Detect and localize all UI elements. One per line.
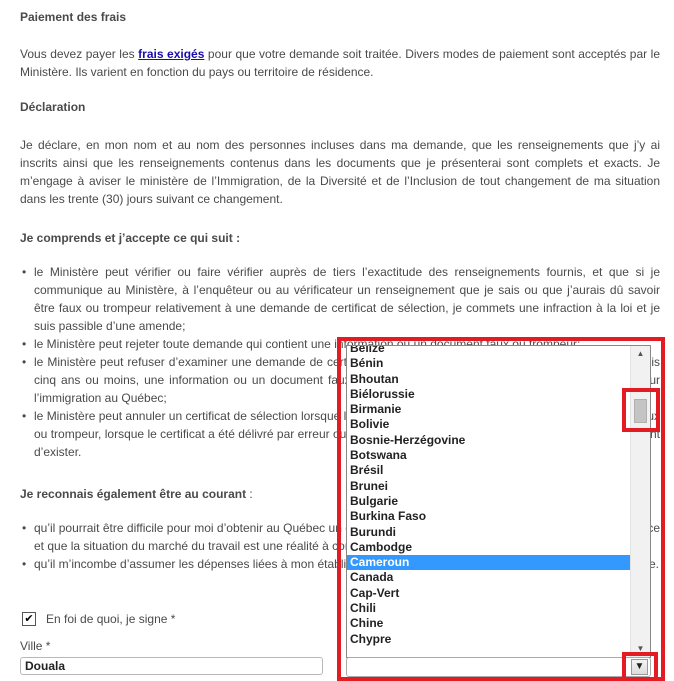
signature-label-text: En foi de quoi, je signe [46,612,168,626]
city-input[interactable] [20,657,323,675]
required-marker: * [167,612,176,626]
declaration-text: Je déclare, en mon nom et au nom des per… [20,138,660,206]
aware-heading-colon: : [246,487,253,501]
annotation-box-dropdown [337,337,665,681]
city-label-text: Ville [20,639,43,653]
fees-link[interactable]: frais exigés [138,47,204,61]
payment-text-before: Vous devez payer les [20,47,139,61]
annotation-box-scrollbar [622,388,660,432]
annotation-box-select-button [622,652,658,681]
aware-heading-bold: Je reconnais également être au courant [20,487,247,501]
accept-heading: Je comprends et j’accepte ce qui suit : [20,231,241,245]
required-marker: * [42,639,51,653]
accept-item: le Ministère peut vérifier ou faire véri… [20,263,660,335]
declaration-heading: Déclaration [20,100,86,114]
payment-heading: Paiement des frais [20,10,127,24]
signature-label: En foi de quoi, je signe * [46,612,175,626]
signature-checkbox[interactable]: ✔ [22,612,36,626]
payment-text: Vous devez payer les frais exigés pour q… [20,45,660,81]
